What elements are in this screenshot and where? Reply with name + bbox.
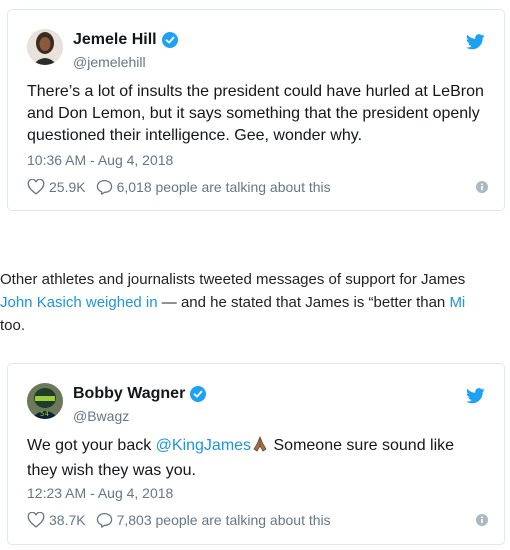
verified-icon: [161, 32, 178, 48]
twitter-bird-icon[interactable]: [466, 388, 485, 404]
talking-count: 6,018 people are talking about this: [116, 179, 331, 195]
tweet-text-before: We got your back: [27, 437, 156, 454]
like-button[interactable]: 25.9K: [27, 179, 86, 195]
author-name[interactable]: Bobby Wagner: [73, 385, 207, 403]
tweet-timestamp[interactable]: 10:36 AM - Aug 4, 2018: [27, 152, 173, 168]
conversation-button[interactable]: 6,018 people are talking about this: [96, 179, 331, 195]
info-icon[interactable]: [476, 514, 488, 526]
tweet-timestamp[interactable]: 12:23 AM - Aug 4, 2018: [27, 485, 173, 501]
like-button[interactable]: 38.7K: [27, 512, 86, 528]
article-line-2-text: — and he stated that James is “better th…: [157, 294, 450, 311]
heart-icon: [27, 512, 45, 528]
conversation-button[interactable]: 7,803 people are talking about this: [96, 512, 331, 528]
heart-icon: [27, 179, 45, 195]
kasich-link[interactable]: John Kasich weighed in: [0, 294, 158, 311]
author-handle[interactable]: @jemelehill: [73, 54, 146, 70]
praying-hands-icon: [251, 435, 269, 460]
article-line-2: John Kasich weighed in — and he stated t…: [0, 291, 510, 314]
talking-count: 7,803 people are talking about this: [116, 512, 331, 528]
like-count: 38.7K: [49, 512, 86, 528]
tweet-card-bobby-wagner[interactable]: 54 Bobby Wagner @Bwagz We got your back …: [7, 363, 505, 545]
avatar[interactable]: [27, 29, 63, 65]
tweet-text: There’s a lot of insults the president c…: [27, 83, 484, 144]
tweet-actions: 25.9K 6,018 people are talking about thi…: [27, 179, 488, 195]
comment-icon: [96, 512, 112, 528]
mi-link[interactable]: Mi: [449, 294, 465, 311]
author-name-text[interactable]: Bobby Wagner: [73, 385, 185, 403]
svg-text:54: 54: [40, 410, 49, 418]
tweet-actions: 38.7K 7,803 people are talking about thi…: [27, 512, 488, 528]
like-count: 25.9K: [49, 179, 86, 195]
twitter-bird-icon[interactable]: [466, 34, 485, 50]
author-name-text[interactable]: Jemele Hill: [73, 31, 157, 49]
mention-link[interactable]: @KingJames: [156, 437, 251, 454]
author-name[interactable]: Jemele Hill: [73, 31, 178, 49]
comment-icon: [96, 179, 112, 195]
article-paragraph: Other athletes and journalists tweeted m…: [0, 268, 510, 337]
tweet-text: We got your back @KingJames Someone sure…: [27, 435, 488, 482]
avatar[interactable]: 54: [27, 383, 63, 419]
article-line-1: Other athletes and journalists tweeted m…: [0, 271, 466, 288]
article-line-3: too.: [0, 317, 26, 334]
tweet-card-jemele-hill[interactable]: Jemele Hill @jemelehill There’s a lot of…: [7, 9, 505, 211]
author-handle[interactable]: @Bwagz: [73, 408, 129, 424]
info-icon[interactable]: [476, 181, 488, 193]
verified-icon: [190, 386, 207, 402]
